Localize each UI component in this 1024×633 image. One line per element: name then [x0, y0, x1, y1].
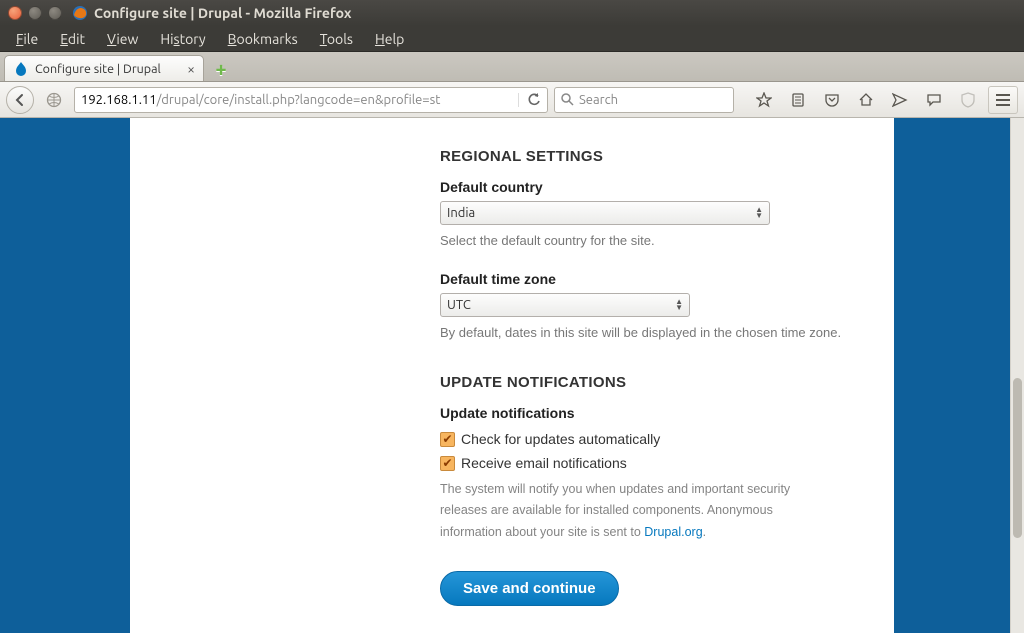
new-tab-button[interactable]: +	[208, 57, 234, 79]
window-close-button[interactable]	[8, 6, 22, 20]
search-placeholder: Search	[579, 93, 618, 107]
label-update-notifications: Update notifications	[440, 405, 870, 421]
tab-active[interactable]: Configure site | Drupal ×	[4, 55, 204, 81]
form-column: REGIONAL SETTINGS Default country India …	[440, 118, 870, 606]
hint-default-timezone: By default, dates in this site will be d…	[440, 323, 870, 343]
url-bar[interactable]: 192.168.1.11/drupal/core/install.php?lan…	[74, 87, 548, 113]
spinner-icon: ▲▼	[755, 207, 763, 219]
update-description: The system will notify you when updates …	[440, 479, 820, 543]
checkbox-check-updates[interactable]: ✔	[440, 432, 455, 447]
checkbox-row-check-updates[interactable]: ✔ Check for updates automatically	[440, 431, 870, 447]
menu-tools[interactable]: Tools	[310, 29, 363, 49]
menu-bookmarks[interactable]: Bookmarks	[218, 29, 308, 49]
menubar: File Edit View History Bookmarks Tools H…	[0, 26, 1024, 52]
checkbox-label-email-notifications: Receive email notifications	[461, 455, 627, 471]
checkbox-label-check-updates: Check for updates automatically	[461, 431, 660, 447]
bookmarks-list-icon[interactable]	[784, 92, 812, 108]
firefox-icon	[72, 5, 88, 21]
search-icon	[561, 93, 574, 106]
search-box[interactable]: Search	[554, 87, 734, 113]
chat-icon[interactable]	[920, 92, 948, 108]
update-desc-text: The system will notify you when updates …	[440, 482, 790, 539]
tab-title: Configure site | Drupal	[35, 62, 161, 76]
bookmark-star-icon[interactable]	[750, 92, 778, 108]
menu-edit[interactable]: Edit	[50, 29, 95, 49]
shield-icon[interactable]	[954, 92, 982, 108]
globe-identity-icon[interactable]	[40, 92, 68, 108]
update-desc-post: .	[703, 525, 706, 539]
hamburger-menu-button[interactable]	[988, 86, 1018, 114]
select-country-value: India	[447, 206, 475, 220]
menu-help[interactable]: Help	[365, 29, 414, 49]
vertical-scrollbar[interactable]	[1010, 118, 1024, 633]
menu-file[interactable]: File	[6, 29, 48, 49]
checkbox-email-notifications[interactable]: ✔	[440, 456, 455, 471]
save-continue-button[interactable]: Save and continue	[440, 571, 619, 606]
window-title: Configure site | Drupal - Mozilla Firefo…	[94, 5, 351, 21]
page-viewport: REGIONAL SETTINGS Default country India …	[0, 118, 1024, 633]
select-timezone-value: UTC	[447, 298, 471, 312]
send-icon[interactable]	[886, 92, 914, 108]
scrollbar-thumb[interactable]	[1013, 378, 1022, 538]
url-path: /drupal/core/install.php?langcode=en&pro…	[157, 93, 441, 107]
plus-icon: +	[215, 57, 226, 80]
spinner-icon: ▲▼	[675, 299, 683, 311]
pocket-icon[interactable]	[818, 92, 846, 108]
drupal-icon	[13, 61, 29, 77]
hint-default-country: Select the default country for the site.	[440, 231, 870, 251]
tabstrip: Configure site | Drupal × +	[0, 52, 1024, 82]
label-default-timezone: Default time zone	[440, 271, 870, 287]
checkbox-row-email-notifications[interactable]: ✔ Receive email notifications	[440, 455, 870, 471]
section-heading-updates: UPDATE NOTIFICATIONS	[440, 374, 870, 391]
menu-history[interactable]: History	[150, 29, 215, 49]
select-default-timezone[interactable]: UTC ▲▼	[440, 293, 690, 317]
window-controls	[8, 6, 62, 20]
nav-toolbar: 192.168.1.11/drupal/core/install.php?lan…	[0, 82, 1024, 118]
tab-close-icon[interactable]: ×	[187, 61, 195, 77]
back-button[interactable]	[6, 86, 34, 114]
window-maximize-button[interactable]	[48, 6, 62, 20]
content-card: REGIONAL SETTINGS Default country India …	[130, 118, 894, 633]
label-default-country: Default country	[440, 179, 870, 195]
home-icon[interactable]	[852, 92, 880, 108]
url-host: 192.168.1.11	[81, 93, 157, 107]
window-titlebar: Configure site | Drupal - Mozilla Firefo…	[0, 0, 1024, 26]
window-minimize-button[interactable]	[28, 6, 42, 20]
section-heading-regional: REGIONAL SETTINGS	[440, 148, 870, 165]
menu-view[interactable]: View	[97, 29, 148, 49]
reload-button[interactable]	[518, 93, 541, 107]
left-margin	[0, 118, 130, 633]
right-margin	[894, 118, 1024, 633]
drupal-org-link[interactable]: Drupal.org	[644, 525, 702, 539]
select-default-country[interactable]: India ▲▼	[440, 201, 770, 225]
